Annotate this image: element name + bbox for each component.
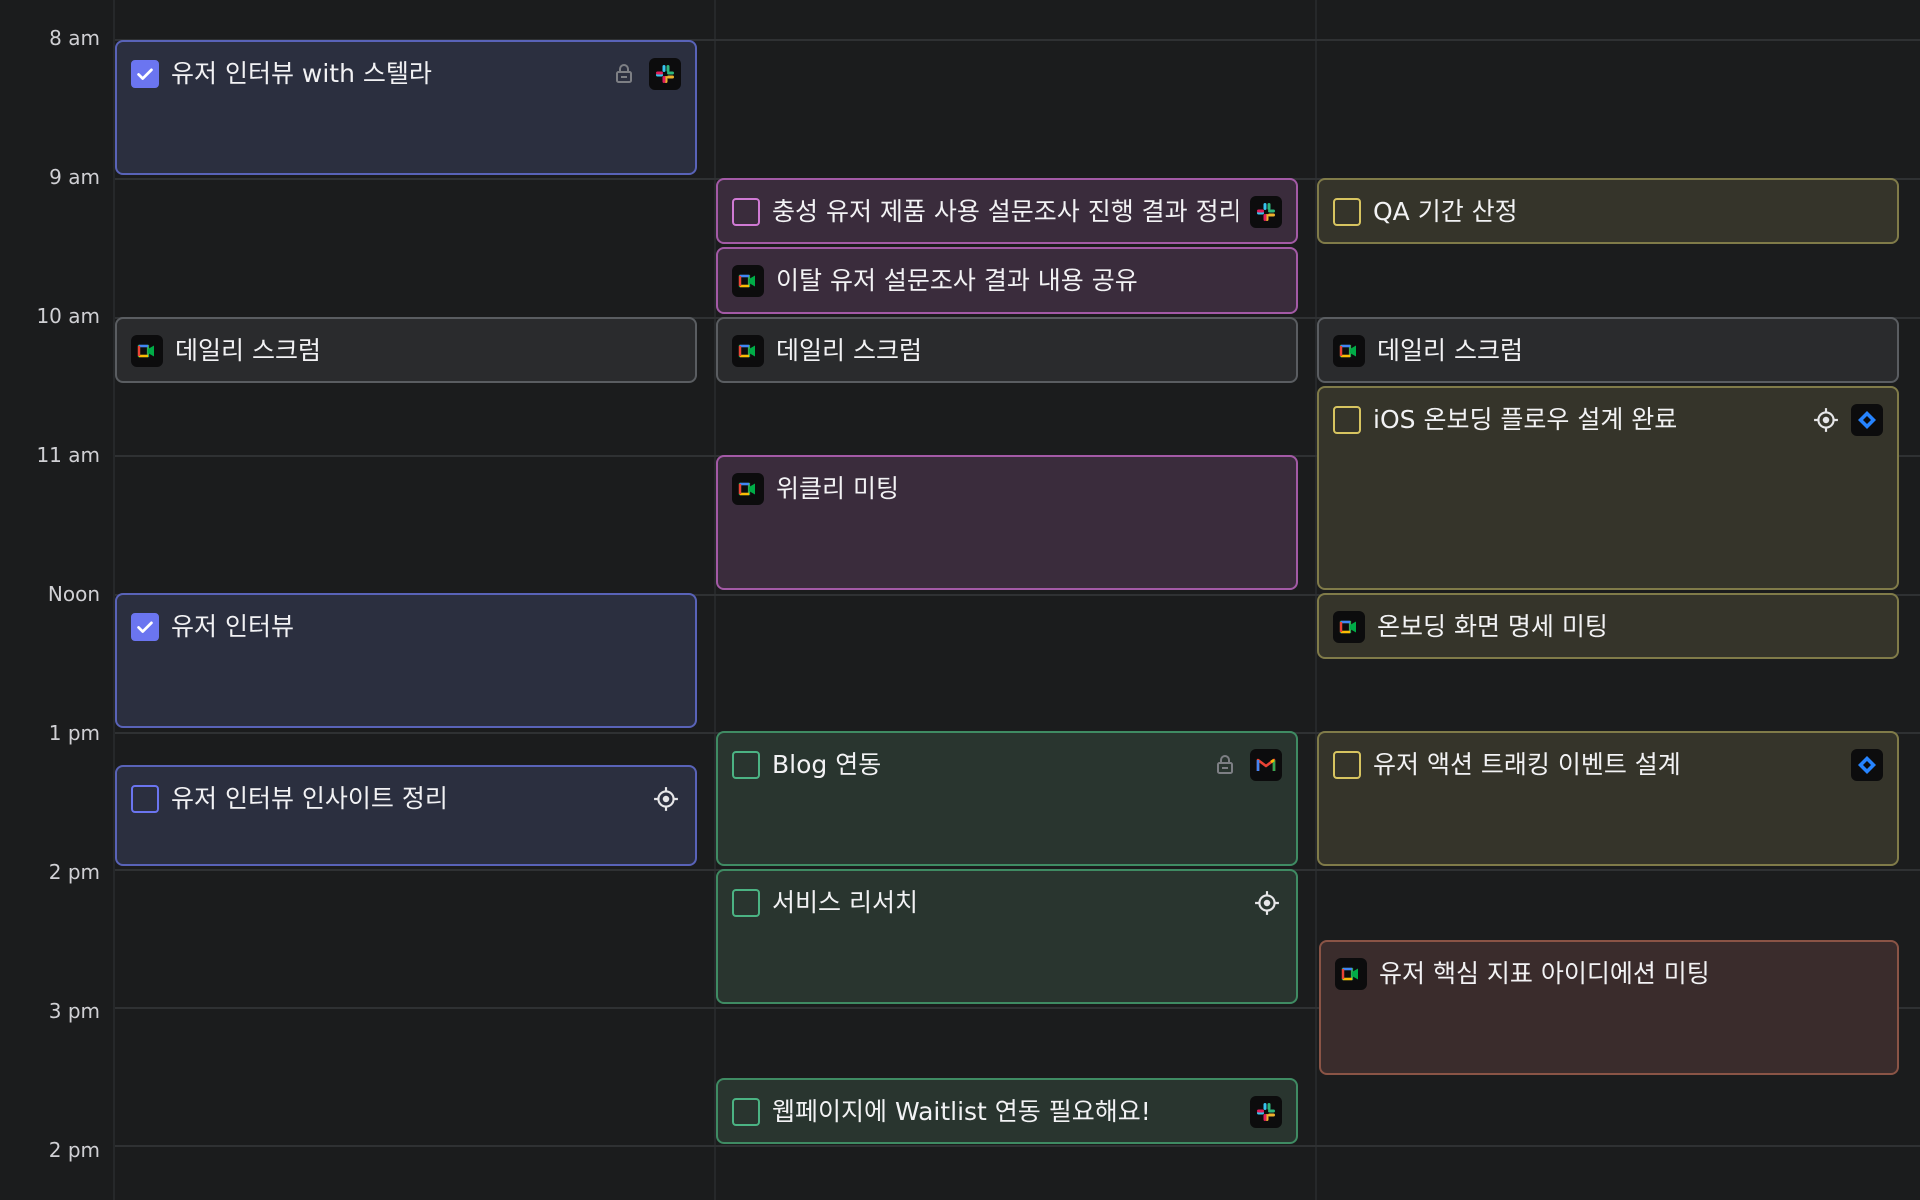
event-card[interactable]: 데일리 스크럼 [115,317,697,383]
event-card[interactable]: 유저 인터뷰 인사이트 정리 [115,765,697,866]
hour-line [115,1145,1920,1147]
event-title: 유저 핵심 지표 아이디에션 미팅 [1379,959,1710,988]
time-label-10am: 10 am [36,304,100,328]
event-card[interactable]: 온보딩 화면 명세 미팅 [1317,593,1899,659]
gmail-icon[interactable] [1250,749,1282,781]
time-label-2pm-bottom: 2 pm [48,1138,100,1162]
event-card[interactable]: 유저 액션 트래킹 이벤트 설계 [1317,731,1899,866]
task-checkbox[interactable] [131,785,159,813]
slack-icon[interactable] [1250,196,1282,228]
google-meet-icon[interactable] [1335,958,1367,990]
time-label-1pm: 1 pm [48,721,100,745]
event-card[interactable]: 이탈 유저 설문조사 결과 내용 공유 [716,247,1298,314]
google-meet-icon[interactable] [1333,335,1365,367]
event-title: 온보딩 화면 명세 미팅 [1377,612,1608,641]
event-title: 위클리 미팅 [776,474,899,503]
lock-icon [609,59,639,89]
google-meet-icon[interactable] [732,473,764,505]
event-title: 유저 액션 트래킹 이벤트 설계 [1373,750,1681,779]
check-icon [134,63,156,85]
event-title: Blog 연동 [772,750,882,779]
task-checkbox[interactable] [732,1098,760,1126]
event-title: iOS 온보딩 플로우 설계 완료 [1373,405,1678,434]
event-card[interactable]: 데일리 스크럼 [716,317,1298,383]
task-checkbox[interactable] [131,60,159,88]
event-title: 서비스 리서치 [772,888,918,917]
time-label-11am: 11 am [36,443,100,467]
column-divider [714,0,716,1200]
task-checkbox[interactable] [131,613,159,641]
google-meet-icon[interactable] [1333,611,1365,643]
slack-icon[interactable] [649,58,681,90]
time-label-8am: 8 am [49,26,100,50]
time-label-3pm: 3 pm [48,999,100,1023]
event-title: 유저 인터뷰 [171,612,294,641]
event-title: 데일리 스크럼 [776,336,922,365]
event-title: QA 기간 산정 [1373,197,1518,226]
task-checkbox[interactable] [732,889,760,917]
task-checkbox[interactable] [1333,406,1361,434]
jira-icon[interactable] [1851,749,1883,781]
event-card[interactable]: 유저 인터뷰 [115,593,697,728]
event-card[interactable]: Blog 연동 [716,731,1298,866]
google-meet-icon[interactable] [732,265,764,297]
event-title: 데일리 스크럼 [175,336,321,365]
focus-target-icon[interactable] [1811,405,1841,435]
event-title: 이탈 유저 설문조사 결과 내용 공유 [776,266,1138,295]
task-checkbox[interactable] [1333,751,1361,779]
time-label-9am: 9 am [49,165,100,189]
focus-target-icon[interactable] [1252,888,1282,918]
event-card[interactable]: 위클리 미팅 [716,455,1298,590]
event-title: 웹페이지에 Waitlist 연동 필요해요! [772,1097,1151,1126]
event-title: 유저 인터뷰 인사이트 정리 [171,784,448,813]
google-meet-icon[interactable] [732,335,764,367]
jira-icon[interactable] [1851,404,1883,436]
event-card[interactable]: 충성 유저 제품 사용 설문조사 진행 결과 정리 [716,178,1298,244]
event-title: 데일리 스크럼 [1377,336,1523,365]
lock-icon [1210,750,1240,780]
time-label-2pm: 2 pm [48,860,100,884]
event-title: 충성 유저 제품 사용 설문조사 진행 결과 정리 [772,197,1238,226]
event-card[interactable]: iOS 온보딩 플로우 설계 완료 [1317,386,1899,590]
event-title: 유저 인터뷰 with 스텔라 [171,59,432,88]
event-card[interactable]: 데일리 스크럼 [1317,317,1899,383]
event-card[interactable]: 서비스 리서치 [716,869,1298,1004]
task-checkbox[interactable] [732,198,760,226]
time-label-noon: Noon [47,582,100,606]
event-card[interactable]: 웹페이지에 Waitlist 연동 필요해요! [716,1078,1298,1144]
task-checkbox[interactable] [732,751,760,779]
google-meet-icon[interactable] [131,335,163,367]
event-card[interactable]: 유저 핵심 지표 아이디에션 미팅 [1319,940,1899,1075]
check-icon [134,616,156,638]
focus-target-icon[interactable] [651,784,681,814]
event-card[interactable]: 유저 인터뷰 with 스텔라 [115,40,697,175]
calendar-grid: 8 am 9 am 10 am 11 am Noon 1 pm 2 pm 3 p… [0,0,1920,1200]
task-checkbox[interactable] [1333,198,1361,226]
event-card[interactable]: QA 기간 산정 [1317,178,1899,244]
slack-icon[interactable] [1250,1096,1282,1128]
